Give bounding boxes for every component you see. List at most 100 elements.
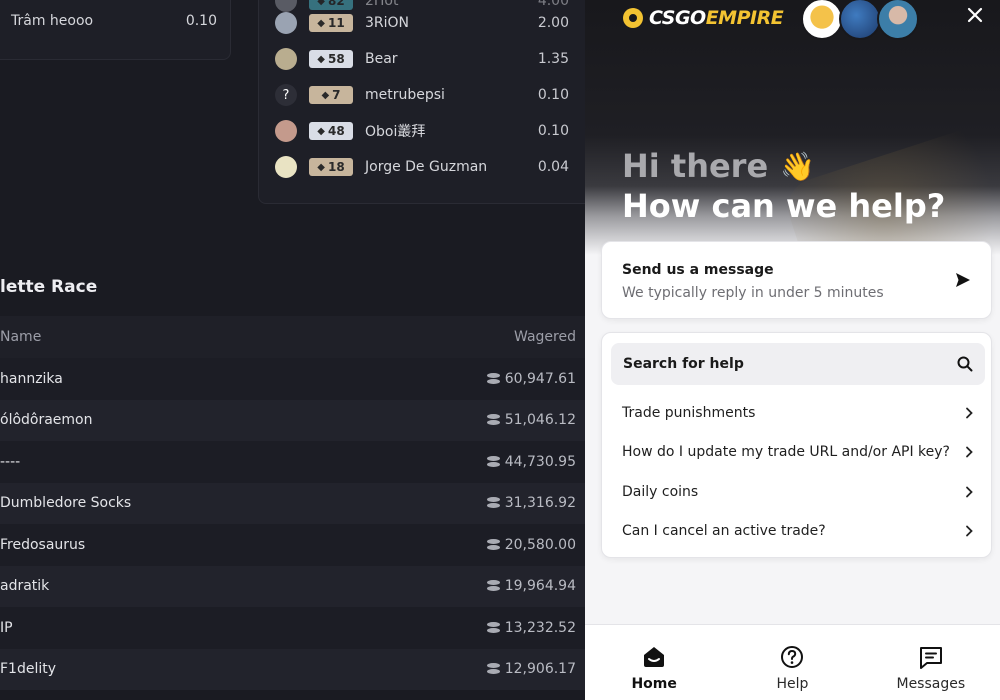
chevron-right-icon	[966, 525, 973, 537]
brand-logo: CSGOEMPIRE	[623, 7, 784, 29]
coins-icon	[486, 538, 500, 551]
tab-label: Help	[776, 676, 809, 692]
leaderboard-row: ◆ 48 Oboi叢拜 0.10	[275, 119, 569, 143]
race-wagered: 31,316.92	[486, 495, 576, 511]
gem-icon: ◆	[317, 125, 325, 137]
race-player-name: adratik	[0, 578, 50, 595]
tab-home[interactable]: Home	[585, 625, 723, 700]
leaderboard-row: ? ◆ 7 metrubepsi 0.10	[275, 83, 569, 107]
player-name: Oboi叢拜	[365, 124, 426, 140]
gem-icon: ◆	[317, 53, 325, 65]
player-name: metrubepsi	[365, 87, 445, 103]
race-wagered: 20,580.00	[486, 537, 576, 553]
column-header-name: Name	[0, 329, 42, 345]
logo-text-main: CSGO	[649, 7, 706, 29]
avatar	[801, 0, 843, 40]
help-article-label: Trade punishments	[622, 405, 756, 421]
messages-icon	[919, 647, 942, 669]
bet-amount: 0.10	[185, 13, 217, 29]
leaderboard-card: ◆ 82 2Hot 4.00 ◆ 11 3RiON 2.00 ◆ 58 Bear 1.…	[258, 0, 585, 204]
help-article-link[interactable]: Can I cancel an active trade?	[622, 519, 974, 543]
player-value: 0.10	[537, 123, 569, 139]
chevron-right-icon	[966, 486, 973, 498]
tab-help[interactable]: Help	[723, 625, 861, 700]
level-badge: ◆ 11	[309, 14, 353, 32]
coins-icon	[486, 414, 500, 426]
table-row: IP 13,232.52	[0, 607, 585, 649]
coins-icon	[486, 580, 500, 592]
race-table-body: hannzika 60,947.61 ólôdôraemon 51,046.12…	[0, 358, 585, 690]
help-widget: CSGOEMPIRE Hi there 👋 How can we help? S…	[585, 0, 1000, 700]
search-icon	[957, 356, 973, 372]
search-help-button[interactable]: Search for help	[611, 343, 985, 385]
home-icon	[644, 647, 665, 667]
race-wagered: 13,232.52	[486, 620, 576, 636]
race-title: lette Race	[0, 277, 98, 297]
widget-tab-bar: Home Help Messages	[585, 624, 1000, 700]
bet-player-name: Trâm heooo	[11, 13, 94, 29]
send-message-title: Send us a message	[622, 262, 774, 278]
race-table-header: Name Wagered	[0, 316, 585, 358]
table-row: Fredosaurus 20,580.00	[0, 524, 585, 566]
help-articles-card: Search for help Trade punishments How do…	[601, 332, 992, 558]
help-icon	[781, 646, 804, 668]
leaderboard-row: ◆ 18 Jorge De Guzman 0.04	[275, 155, 569, 179]
player-name: Jorge De Guzman	[365, 159, 488, 175]
table-row: adratik 19,964.94	[0, 565, 585, 607]
coins-icon	[486, 497, 500, 509]
race-player-name: IP	[0, 619, 13, 636]
player-avatar	[275, 120, 297, 142]
help-article-label: Daily coins	[622, 484, 699, 500]
close-button[interactable]	[964, 4, 986, 26]
leaderboard-row: ◆ 11 3RiON 2.00	[275, 11, 569, 35]
coins-icon	[486, 455, 500, 468]
level-badge: ◆ 48	[309, 122, 353, 140]
race-player-name: ----	[0, 453, 21, 470]
coins-icon	[486, 621, 500, 634]
player-value: 4.00	[537, 0, 569, 9]
bet-row: Trâm heooo 0.10	[11, 13, 217, 29]
team-avatars	[801, 0, 919, 40]
logo-text-accent: EMPIRE	[705, 7, 784, 29]
race-wagered: 51,046.12	[486, 412, 576, 428]
race-player-name: F1delity	[0, 661, 57, 678]
gem-icon: ◆	[317, 0, 325, 7]
send-icon	[956, 273, 970, 287]
send-message-card[interactable]: Send us a message We typically reply in …	[601, 241, 992, 319]
chevron-right-icon	[966, 407, 973, 419]
level-badge: ◆ 58	[309, 50, 353, 68]
reply-time-text: We typically reply in under 5 minutes	[622, 285, 884, 301]
column-header-wagered: Wagered	[514, 329, 576, 345]
greeting: Hi there 👋	[622, 147, 815, 185]
help-article-link[interactable]: Daily coins	[622, 480, 974, 504]
background-app: Trâm heooo 0.10 ◆ 82 2Hot 4.00 ◆ 11 3RiON …	[0, 0, 585, 700]
avatar	[839, 0, 881, 40]
help-article-link[interactable]: How do I update my trade URL and/or API …	[622, 440, 974, 464]
avatar	[877, 0, 919, 40]
search-label: Search for help	[623, 356, 744, 372]
page: Trâm heooo 0.10 ◆ 82 2Hot 4.00 ◆ 11 3RiON …	[0, 0, 1000, 700]
player-avatar: ?	[275, 84, 297, 106]
wave-icon: 👋	[780, 149, 816, 183]
table-row: ---- 44,730.95	[0, 441, 585, 483]
race-player-name: Dumbledore Socks	[0, 495, 132, 512]
table-row: F1delity 12,906.17	[0, 648, 585, 690]
race-wagered: 60,947.61	[486, 371, 576, 387]
race-player-name: hannzika	[0, 370, 63, 387]
race-wagered: 44,730.95	[486, 454, 576, 470]
player-name: Bear	[365, 51, 398, 67]
table-row: ólôdôraemon 51,046.12	[0, 399, 585, 441]
help-article-label: Can I cancel an active trade?	[622, 523, 826, 539]
race-player-name: ólôdôraemon	[0, 412, 93, 429]
gem-icon: ◆	[317, 17, 325, 29]
level-badge: ◆ 18	[309, 158, 353, 176]
greeting-text: Hi there	[622, 147, 769, 185]
recent-bets-card: Trâm heooo 0.10	[0, 0, 231, 60]
tab-messages[interactable]: Messages	[862, 625, 1000, 700]
race-wagered: 19,964.94	[486, 578, 576, 594]
close-icon	[967, 7, 983, 23]
help-article-link[interactable]: Trade punishments	[622, 401, 974, 425]
player-value: 2.00	[537, 15, 569, 31]
player-name: 2Hot	[365, 0, 399, 9]
player-value: 0.10	[537, 87, 569, 103]
